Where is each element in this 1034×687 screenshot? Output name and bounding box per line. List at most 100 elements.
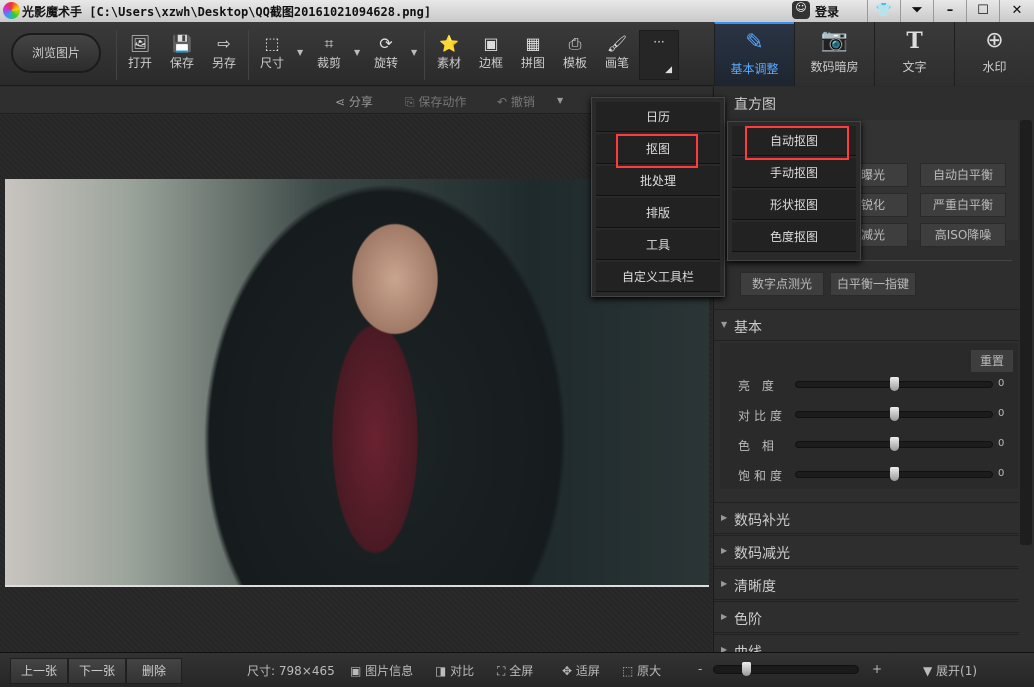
save-as-icon: ⇨ (217, 34, 231, 53)
more-menu-item[interactable]: 排版 (596, 198, 720, 228)
template-button[interactable]: ⎙ 模板 (555, 34, 595, 71)
resize-dropdown-icon[interactable]: ▼ (297, 48, 303, 57)
rotate-button[interactable]: ⟳ 旋转 (366, 34, 406, 71)
minimize-button[interactable]: – (933, 0, 966, 22)
compare-button[interactable]: ◨ 对比 (435, 662, 474, 679)
high-iso-denoise-button[interactable]: 高ISO降噪 (920, 223, 1006, 247)
next-image-button[interactable]: 下一张 (68, 658, 126, 684)
slider-value: 0 (998, 378, 1005, 389)
cutout-menu-item[interactable]: 形状抠图 (732, 190, 856, 220)
section-0[interactable]: ▶ 数码补光 (714, 502, 1019, 534)
slider-track[interactable] (795, 437, 993, 451)
original-size-button[interactable]: ⬚ 原大 (622, 662, 661, 679)
maximize-button[interactable]: ☐ (966, 0, 999, 22)
zoom-slider-thumb[interactable] (742, 662, 751, 676)
tab-digital-darkroom[interactable]: 📷 数码暗房 (794, 22, 874, 86)
slider-thumb[interactable] (890, 437, 899, 451)
save-button[interactable]: 💾 保存 (162, 34, 202, 71)
auto-white-balance-button[interactable]: 自动白平衡 (920, 163, 1006, 187)
collapsed-triangle-icon: ▶ (721, 513, 728, 522)
slider-thumb[interactable] (890, 467, 899, 481)
fullscreen-button[interactable]: ⛶ 全屏 (497, 662, 533, 679)
slider-label: 饱和度 (738, 469, 787, 483)
expand-button[interactable]: ▼ 展开(1) (923, 662, 977, 679)
more-menu-item[interactable]: 批处理 (596, 166, 720, 196)
image-info-button[interactable]: ▣ 图片信息 (350, 662, 413, 679)
image-size: 尺寸: 798×465 (247, 664, 335, 678)
rotate-dropdown-icon[interactable]: ▼ (411, 48, 417, 57)
section-basic[interactable]: ▼ 基本 (714, 309, 1019, 341)
material-button[interactable]: ⭐ 素材 (429, 34, 469, 71)
slider-value: 0 (998, 438, 1005, 449)
printer-icon: ⎙ (568, 34, 582, 53)
severe-white-balance-button[interactable]: 严重白平衡 (920, 193, 1006, 217)
collapsed-triangle-icon: ▶ (721, 579, 728, 588)
collage-button[interactable]: ▦ 拼图 (513, 34, 553, 71)
login-link[interactable]: 登录 (815, 3, 839, 20)
collapsed-triangle-icon: ▶ (721, 546, 728, 555)
slider-value: 0 (998, 468, 1005, 479)
zoom-out-button[interactable]: - (698, 662, 702, 676)
border-button[interactable]: ▣ 边框 (471, 34, 511, 71)
skin-button[interactable]: 👕 (867, 0, 900, 22)
more-menu-item[interactable]: 日历 (596, 102, 720, 132)
undo-button[interactable]: ↶ 撤销 (497, 93, 535, 110)
section-2[interactable]: ▶ 清晰度 (714, 568, 1019, 600)
spot-metering-button[interactable]: 数字点测光 (740, 272, 824, 296)
histogram-title: 直方图 (734, 97, 776, 113)
slider-label: 色 相 (738, 439, 778, 453)
more-menu-item[interactable]: 自定义工具栏 (596, 262, 720, 292)
crop-button[interactable]: ⌗ 裁剪 (309, 34, 349, 71)
cutout-submenu: 自动抠图 手动抠图 形状抠图 色度抠图 (727, 121, 861, 261)
expanded-triangle-icon: ▼ (721, 320, 728, 329)
resize-button[interactable]: ⬚ 尺寸 (252, 34, 292, 71)
slider-value: 0 (998, 408, 1005, 419)
slider-track[interactable] (795, 377, 993, 391)
fit-screen-button[interactable]: ✥ 适屏 (562, 662, 600, 679)
fit-icon: ✥ (562, 664, 576, 678)
divider (248, 30, 249, 80)
slider-label: 对比度 (738, 409, 787, 423)
reset-button[interactable]: 重置 (970, 349, 1014, 373)
white-balance-picker-button[interactable]: 白平衡一指键 (830, 272, 916, 296)
cutout-menu-item[interactable]: 色度抠图 (732, 222, 856, 252)
slider-track[interactable] (795, 407, 993, 421)
delete-button[interactable]: 删除 (126, 658, 182, 684)
user-avatar-icon[interactable]: ☺ (792, 1, 810, 19)
slider-track[interactable] (795, 467, 993, 481)
tab-watermark[interactable]: ⊕ 水印 (954, 22, 1034, 86)
save-as-button[interactable]: ⇨ 另存 (204, 34, 244, 71)
browse-images-button[interactable]: 浏览图片 (11, 33, 101, 73)
zoom-in-button[interactable]: + (872, 662, 882, 676)
save-action-button[interactable]: ⎘ 保存动作 (405, 93, 466, 110)
cutout-menu-item[interactable]: 手动抠图 (732, 158, 856, 188)
save-action-icon: ⎘ (405, 95, 419, 109)
slider-thumb[interactable] (890, 377, 899, 391)
section-3[interactable]: ▶ 色阶 (714, 601, 1019, 633)
undo-dropdown-icon[interactable]: ▼ (557, 96, 563, 105)
highlight-box (745, 126, 849, 160)
zoom-slider[interactable] (713, 662, 859, 676)
resize-icon: ⬚ (264, 34, 280, 53)
triangle-down-icon: ▼ (923, 664, 937, 678)
window-title: 光影魔术手 [C:\Users\xzwh\Desktop\QQ截图2016102… (22, 5, 432, 19)
fullscreen-icon: ⛶ (497, 664, 510, 678)
divider (116, 30, 117, 80)
more-tools-button[interactable]: ··· ◢ (639, 30, 679, 80)
slider-thumb[interactable] (890, 407, 899, 421)
more-dots-icon: ··· (653, 35, 665, 49)
menu-dropdown-button[interactable]: ⏷ (900, 0, 933, 22)
crop-dropdown-icon[interactable]: ▼ (354, 48, 360, 57)
more-menu-item[interactable]: 工具 (596, 230, 720, 260)
section-1[interactable]: ▶ 数码减光 (714, 535, 1019, 567)
tab-text[interactable]: T 文字 (874, 22, 954, 86)
open-button[interactable]: 🖼 打开 (120, 34, 160, 71)
tab-basic-adjust[interactable]: ✎ 基本调整 (714, 22, 794, 86)
share-button[interactable]: ⋖ 分享 (335, 93, 373, 110)
close-button[interactable]: ✕ (999, 0, 1034, 22)
collapsed-triangle-icon: ▶ (721, 612, 728, 621)
prev-image-button[interactable]: 上一张 (10, 658, 68, 684)
panel-scrollbar[interactable] (1020, 120, 1032, 545)
status-bar: 上一张 下一张 删除 尺寸: 798×465 ▣ 图片信息 ◨ 对比 ⛶ 全屏 … (0, 652, 1034, 687)
brush-button[interactable]: 🖌 画笔 (597, 34, 637, 71)
